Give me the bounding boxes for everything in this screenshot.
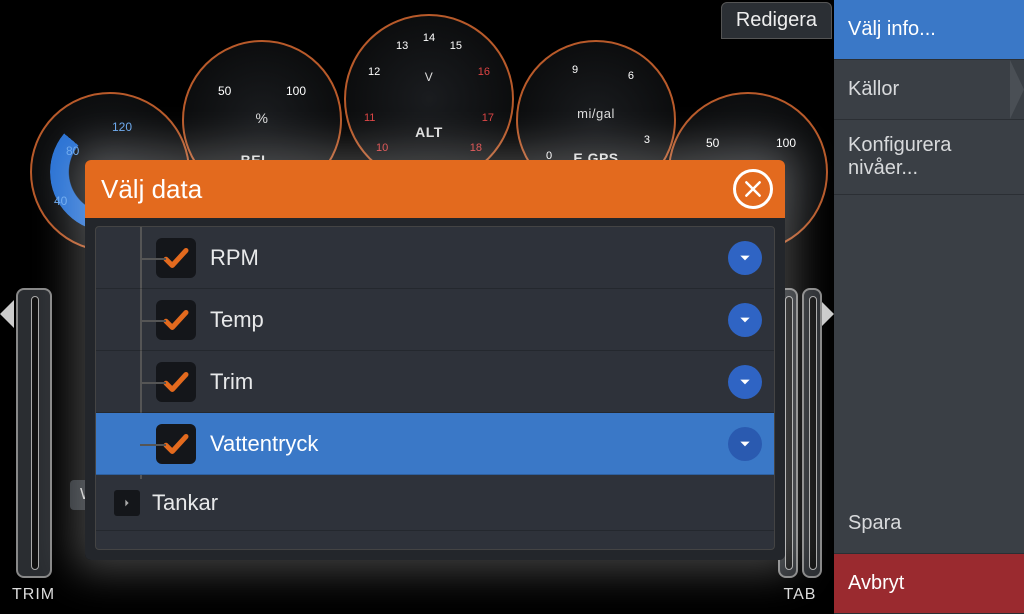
gauge-tick: 10 [376, 142, 388, 154]
expand-button[interactable] [114, 490, 140, 516]
data-list[interactable]: RPM Temp [95, 226, 775, 550]
close-icon [743, 179, 763, 199]
gauge-tick: 100 [776, 136, 796, 150]
checkbox[interactable] [156, 238, 196, 278]
check-icon [161, 429, 191, 459]
dialog-title: Välj data [101, 174, 202, 205]
sidebar-item-label: Spara [848, 512, 901, 535]
dialog-header: Välj data [85, 160, 785, 218]
trim-bar-group: TRIM [12, 288, 55, 604]
sidebar-spacer [834, 195, 1024, 494]
list-group-label: Tankar [152, 490, 762, 516]
dropdown-button[interactable] [728, 427, 762, 461]
chevron-down-icon [738, 251, 752, 265]
list-item-label: RPM [210, 245, 728, 271]
gauge-tick: 12 [368, 66, 380, 78]
check-icon [161, 243, 191, 273]
sidebar-item-label: Välj info... [848, 18, 936, 41]
checkbox[interactable] [156, 424, 196, 464]
sidebar-item-valj-info[interactable]: Välj info... [834, 0, 1024, 60]
chevron-down-icon [738, 437, 752, 451]
tab-bar-label: TAB [784, 586, 817, 604]
list-item-label: Vattentryck [210, 431, 728, 457]
dropdown-button[interactable] [728, 365, 762, 399]
gauge-tick: 50 [218, 84, 231, 98]
edit-tab[interactable]: Redigera [721, 2, 832, 39]
gauge-alt: V ALT 10 11 12 13 14 15 16 17 18 [344, 14, 514, 184]
chevron-down-icon [738, 375, 752, 389]
gauge-tick: 3 [644, 134, 650, 146]
gauge-tick: 17 [482, 112, 494, 124]
checkbox[interactable] [156, 300, 196, 340]
sidebar: Välj info... Källor Konfigurera nivåer..… [834, 0, 1024, 614]
list-group-tankar[interactable]: Tankar [96, 475, 774, 531]
select-data-dialog: Välj data RPM [85, 160, 785, 560]
gauge-tick: 100 [286, 84, 306, 98]
chevron-down-icon [738, 313, 752, 327]
gauge-tick: 120 [112, 120, 132, 134]
gauge-tick: 15 [450, 40, 462, 52]
gauge-tick: 18 [470, 142, 482, 154]
scroll-right-icon[interactable] [820, 300, 834, 328]
list-item-label: Trim [210, 369, 728, 395]
dropdown-button[interactable] [728, 303, 762, 337]
list-item-label: Temp [210, 307, 728, 333]
check-icon [161, 367, 191, 397]
list-item-trim[interactable]: Trim [96, 351, 774, 413]
close-button[interactable] [733, 169, 773, 209]
dialog-body: RPM Temp [85, 218, 785, 560]
gauge-alt-label: ALT [346, 124, 512, 140]
checkbox[interactable] [156, 362, 196, 402]
gauge-unit: mi/gal [518, 106, 674, 121]
trim-bar[interactable] [16, 288, 52, 578]
dropdown-button[interactable] [728, 241, 762, 275]
trim-bar-label: TRIM [12, 586, 55, 604]
save-button[interactable]: Spara [834, 494, 1024, 554]
sidebar-item-konfigurera[interactable]: Konfigurera nivåer... [834, 120, 1024, 195]
gauge-tick: 16 [478, 66, 490, 78]
gauge-tick: 50 [706, 136, 719, 150]
sidebar-item-label: Avbryt [848, 572, 904, 595]
gauge-tick: 80 [66, 144, 79, 158]
gauge-tick: 6 [628, 70, 634, 82]
check-icon [161, 305, 191, 335]
gauge-unit: % [184, 110, 340, 126]
sidebar-item-kallor[interactable]: Källor [834, 60, 1024, 120]
list-item-vattentryck[interactable]: Vattentryck [96, 413, 774, 475]
gauge-tick: 11 [364, 112, 375, 124]
gauge-tick: 40 [54, 194, 67, 208]
chevron-right-icon [122, 498, 132, 508]
app-stage: PSI 40 80 120 % BEL... 50 100 V ALT 10 1… [0, 0, 1024, 614]
list-item-rpm[interactable]: RPM [96, 227, 774, 289]
cancel-button[interactable]: Avbryt [834, 554, 1024, 614]
list-item-temp[interactable]: Temp [96, 289, 774, 351]
sidebar-item-label: Källor [848, 78, 899, 101]
tab-bar-2[interactable] [802, 288, 822, 578]
gauge-tick: 14 [346, 32, 512, 44]
gauge-tick: 9 [572, 64, 578, 76]
sidebar-item-label: Konfigurera nivåer... [848, 134, 1010, 180]
